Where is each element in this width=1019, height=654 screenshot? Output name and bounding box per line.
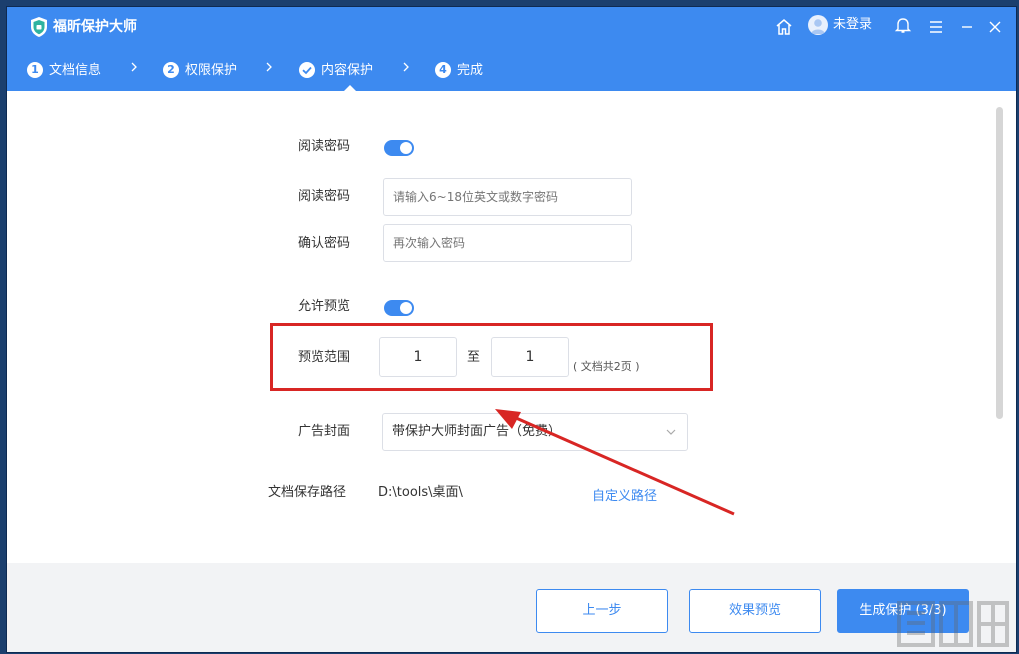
- menu-icon[interactable]: [926, 17, 946, 37]
- chevron-right-icon: [266, 62, 272, 72]
- step-bar: 1 文档信息 2 权限保护 内容保护 4 完成: [7, 57, 707, 87]
- step-label: 完成: [457, 63, 484, 78]
- home-icon[interactable]: [774, 17, 794, 37]
- custom-path-link[interactable]: 自定义路径: [592, 485, 657, 504]
- chevron-right-icon: [403, 62, 409, 72]
- save-path-value: D:\tools\桌面\: [378, 485, 463, 500]
- step-label: 内容保护: [321, 63, 374, 78]
- annotation-highlight-box: [270, 323, 713, 391]
- confirm-password-input[interactable]: [383, 224, 632, 262]
- app-title: 福昕保护大师: [53, 19, 137, 35]
- save-path-label: 文档保存路径: [268, 485, 347, 500]
- avatar[interactable]: [808, 15, 828, 35]
- read-password-toggle[interactable]: [384, 140, 414, 156]
- bell-icon[interactable]: [893, 15, 913, 35]
- read-password-label: 阅读密码: [298, 189, 351, 204]
- chevron-right-icon: [131, 62, 137, 72]
- confirm-password-label: 确认密码: [298, 236, 351, 251]
- scrollbar[interactable]: [996, 107, 1003, 419]
- chevron-down-icon: [666, 429, 676, 435]
- app-window: 福昕保护大师 未登录 1 文档信息 2 权限保护 内容保护 4 完成 阅读密码 …: [7, 7, 1016, 652]
- close-icon[interactable]: [985, 17, 1005, 37]
- allow-preview-toggle[interactable]: [384, 300, 414, 316]
- watermark-logo: [897, 601, 1009, 647]
- login-link[interactable]: 未登录: [833, 15, 872, 35]
- allow-preview-label: 允许预览: [298, 299, 351, 314]
- read-password-input[interactable]: [383, 178, 632, 216]
- footer-bar: 上一步 效果预览 生成保护 (3/3): [7, 563, 1016, 652]
- ad-cover-value: 带保护大师封面广告（免费）: [392, 424, 562, 439]
- read-password-toggle-label: 阅读密码: [298, 139, 351, 154]
- content-panel: 阅读密码 阅读密码 确认密码 允许预览 预览范围 1 至 1 ( 文档共2页 )…: [7, 91, 1016, 563]
- step-label: 权限保护: [185, 63, 238, 78]
- ad-cover-label: 广告封面: [298, 424, 351, 439]
- step-label: 文档信息: [49, 63, 102, 78]
- shield-logo-icon: [31, 17, 47, 37]
- title-bar: 福昕保护大师 未登录 1 文档信息 2 权限保护 内容保护 4 完成: [7, 7, 1016, 91]
- preview-button[interactable]: 效果预览: [689, 589, 821, 633]
- minimize-icon[interactable]: [957, 17, 977, 37]
- check-icon: [299, 62, 315, 78]
- step-number: 1: [27, 62, 43, 78]
- prev-step-button[interactable]: 上一步: [536, 589, 668, 633]
- ad-cover-select[interactable]: 带保护大师封面广告（免费）: [382, 413, 688, 451]
- step-number: 2: [163, 62, 179, 78]
- step-number: 4: [435, 62, 451, 78]
